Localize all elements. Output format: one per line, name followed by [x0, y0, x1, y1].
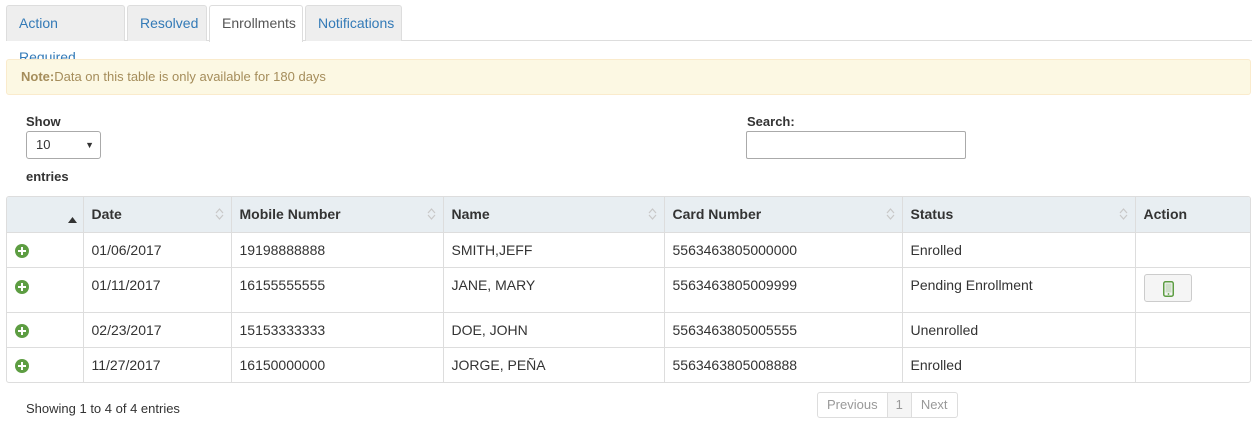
date-cell: 02/23/2017 — [83, 312, 232, 348]
mobile-phone-icon — [1162, 281, 1174, 297]
mobile-action-button[interactable] — [1143, 274, 1192, 302]
card-number-cell: 5563463805009999 — [664, 267, 903, 313]
sort-ascending-icon — [67, 210, 77, 226]
column-header-name[interactable]: Name — [443, 197, 665, 233]
mobile-number-cell: 16155555555 — [231, 267, 444, 313]
status-cell: Enrolled — [902, 347, 1136, 382]
status-cell: Enrolled — [902, 232, 1136, 268]
expand-cell — [7, 347, 84, 382]
action-cell — [1135, 232, 1250, 268]
note-alert: Note:Data on this table is only availabl… — [6, 59, 1251, 95]
enrollments-table: Date Mobile Number Name Card Number Stat… — [6, 196, 1251, 383]
expand-row-plus-icon[interactable] — [15, 323, 29, 338]
sort-icon — [648, 207, 657, 221]
pagination: Previous 1 Next — [817, 392, 958, 418]
name-cell: JANE, MARY — [443, 267, 665, 313]
date-cell: 01/06/2017 — [83, 232, 232, 268]
mobile-number-cell: 19198888888 — [231, 232, 444, 268]
date-cell: 01/11/2017 — [83, 267, 232, 313]
expand-row-plus-icon[interactable] — [15, 279, 29, 294]
status-cell: Unenrolled — [902, 312, 1136, 348]
action-cell — [1135, 347, 1250, 382]
tab-bar: Action Required Resolved Enrollments Not… — [6, 5, 1252, 65]
table-info: Showing 1 to 4 of 4 entries — [26, 401, 180, 416]
sort-icon — [886, 207, 895, 221]
expand-cell — [7, 232, 84, 268]
column-header-expand[interactable] — [7, 197, 84, 233]
entries-length-select[interactable]: 10 ▼ — [26, 131, 101, 159]
tab-resolved[interactable]: Resolved — [127, 5, 207, 41]
name-cell: JORGE, PEÑA — [443, 347, 665, 382]
dropdown-caret-icon: ▼ — [85, 140, 94, 150]
sort-icon — [1119, 207, 1128, 221]
name-cell: DOE, JOHN — [443, 312, 665, 348]
table-row: 01/11/2017 16155555555 JANE, MARY 556346… — [7, 267, 1250, 313]
action-cell — [1135, 267, 1250, 313]
expand-row-plus-icon[interactable] — [15, 358, 29, 373]
tab-notifications[interactable]: Notifications — [305, 5, 402, 41]
sort-icon — [427, 207, 436, 221]
table-header-row: Date Mobile Number Name Card Number Stat… — [7, 197, 1250, 233]
tab-action-required[interactable]: Action Required — [6, 5, 125, 65]
column-header-mobile-number[interactable]: Mobile Number — [231, 197, 444, 233]
table-row: 02/23/2017 15153333333 DOE, JOHN 5563463… — [7, 312, 1250, 348]
card-number-cell: 5563463805000000 — [664, 232, 903, 268]
note-prefix: Note: — [21, 69, 55, 84]
action-cell — [1135, 312, 1250, 348]
column-header-status[interactable]: Status — [902, 197, 1136, 233]
expand-cell — [7, 312, 84, 348]
card-number-cell: 5563463805008888 — [664, 347, 903, 382]
table-row: 01/06/2017 19198888888 SMITH,JEFF 556346… — [7, 232, 1250, 268]
column-header-card-number[interactable]: Card Number — [664, 197, 903, 233]
entries-label: entries — [26, 169, 69, 184]
table-row: 11/27/2017 16150000000 JORGE, PEÑA 55634… — [7, 347, 1250, 382]
page-1-button[interactable]: 1 — [887, 393, 912, 417]
entries-length-value: 10 — [36, 137, 51, 152]
tab-enrollments[interactable]: Enrollments — [209, 5, 303, 42]
column-header-date[interactable]: Date — [83, 197, 232, 233]
expand-cell — [7, 267, 84, 313]
previous-page-button[interactable]: Previous — [818, 393, 888, 417]
next-page-button[interactable]: Next — [912, 393, 957, 417]
sort-icon — [215, 207, 224, 221]
search-input[interactable] — [746, 131, 966, 159]
mobile-number-cell: 15153333333 — [231, 312, 444, 348]
expand-row-plus-icon[interactable] — [15, 243, 29, 258]
date-cell: 11/27/2017 — [83, 347, 232, 382]
mobile-number-cell: 16150000000 — [231, 347, 444, 382]
search-label: Search: — [747, 114, 795, 129]
column-header-action: Action — [1135, 197, 1250, 233]
note-text: Data on this table is only available for… — [54, 69, 326, 84]
card-number-cell: 5563463805005555 — [664, 312, 903, 348]
name-cell: SMITH,JEFF — [443, 232, 665, 268]
status-cell: Pending Enrollment — [902, 267, 1136, 313]
show-label: Show — [26, 114, 61, 129]
